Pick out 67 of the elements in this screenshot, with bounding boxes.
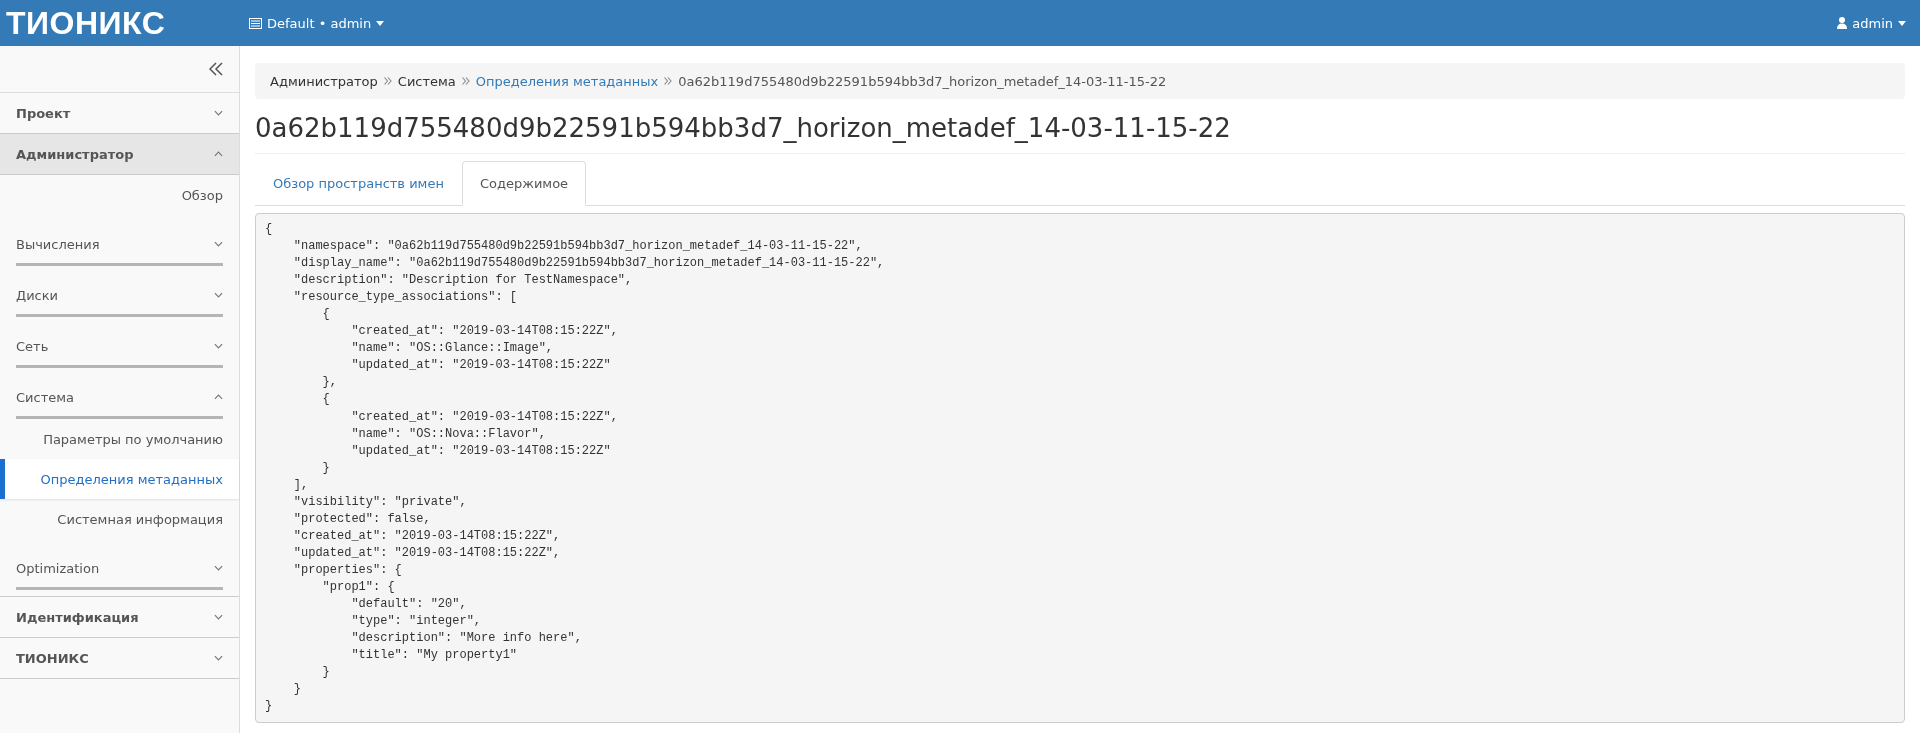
sidebar-link[interactable]: Определения метаданных xyxy=(0,459,239,499)
code-line: "display_name": "0a62b119d755480d9b22591b594bb3d7_horizon_metadef_14-03-11-15-22", xyxy=(292,255,886,273)
page-title: 0a62b119d755480d9b22591b594bb3d7_horizon_metadef_14-03-11-15-22 xyxy=(255,99,1905,154)
code-line: "updated_at": "2019-03-14T08:15:22Z" xyxy=(350,357,612,375)
chevron-down-icon xyxy=(214,565,223,571)
user-dropdown[interactable]: admin xyxy=(1837,15,1906,31)
double-chevron-right-icon xyxy=(664,77,673,85)
code-line: }, xyxy=(321,374,338,392)
caret-icon xyxy=(1898,20,1906,26)
code-line: "updated_at": "2019-03-14T08:15:22Z", xyxy=(292,544,562,562)
list-icon xyxy=(249,17,262,29)
double-chevron-right-icon xyxy=(383,77,392,85)
breadcrumb-item: Администратор xyxy=(270,73,378,89)
user-icon xyxy=(1837,17,1848,29)
code-line: "created_at": "2019-03-14T08:15:22Z", xyxy=(350,323,619,341)
chevron-down-icon xyxy=(214,292,223,298)
code-line: } xyxy=(265,698,274,716)
chevron-up-icon xyxy=(214,394,223,400)
caret-icon xyxy=(376,20,385,26)
code-line: "name": "OS::Glance::Image", xyxy=(350,340,555,358)
code-line: "resource_type_associations": [ xyxy=(292,289,519,307)
double-chevron-right-icon xyxy=(461,77,470,85)
code-line: "default": "20", xyxy=(350,596,468,614)
code-line: "created_at": "2019-03-14T08:15:22Z", xyxy=(350,408,619,426)
code-line: { xyxy=(265,221,274,238)
sidebar-group[interactable]: Диски xyxy=(16,276,223,317)
code-line: "protected": false, xyxy=(292,510,432,528)
code-line: "name": "OS::Nova::Flavor", xyxy=(350,425,547,443)
code-line: "title": "My property1" xyxy=(350,647,519,665)
breadcrumb-current: 0a62b119d755480d9b22591b594bb3d7_horizon_metadef_14-03-11-15-22 xyxy=(678,73,1167,89)
code-line: "description": "More info here", xyxy=(350,630,583,648)
sidebar-link[interactable]: Системная информация xyxy=(0,499,239,539)
brand-logo[interactable]: ТИОНИКС xyxy=(6,4,249,42)
collapse-sidebar-button[interactable] xyxy=(209,62,223,76)
project-dropdown[interactable]: Default • admin xyxy=(249,15,385,31)
breadcrumb-link[interactable]: Определения метаданных xyxy=(475,73,659,89)
code-line: "type": "integer", xyxy=(350,613,483,631)
sidebar-group[interactable]: Вычисления xyxy=(16,225,223,266)
code-line: "created_at": "2019-03-14T08:15:22Z", xyxy=(292,527,562,545)
code-line: } xyxy=(292,681,302,699)
chevron-down-icon xyxy=(214,655,223,661)
tab[interactable]: Содержимое xyxy=(461,161,587,206)
chevron-down-icon xyxy=(214,614,223,620)
code-line: } xyxy=(321,664,331,682)
chevron-up-icon xyxy=(214,151,223,157)
code-line: ], xyxy=(292,476,310,494)
sidebar-group[interactable]: Optimization xyxy=(16,549,223,590)
sidebar-panel-header[interactable]: Администратор xyxy=(0,134,239,175)
sidebar-group[interactable]: Система xyxy=(16,378,223,419)
sidebar-link[interactable]: Обзор xyxy=(0,175,239,215)
code-line: { xyxy=(321,306,331,324)
chevron-down-icon xyxy=(214,110,223,116)
code-line: "visibility": "private", xyxy=(292,493,468,511)
chevron-down-icon xyxy=(214,241,223,247)
code-line: "updated_at": "2019-03-14T08:15:22Z" xyxy=(350,442,612,460)
code-line: "prop1": { xyxy=(321,579,396,596)
chevron-down-icon xyxy=(214,343,223,349)
sidebar-link[interactable]: Параметры по умолчанию xyxy=(0,419,239,459)
sidebar-group[interactable]: Сеть xyxy=(16,327,223,368)
tab[interactable]: Обзор пространств имен xyxy=(255,161,462,206)
double-chevron-left-icon xyxy=(209,62,223,76)
code-line: "namespace": "0a62b119d755480d9b22591b594bb3d7_horizon_metadef_14-03-11-15-22", xyxy=(292,238,864,256)
code-line: "properties": { xyxy=(292,561,403,579)
code-line: "description": "Description for TestNamespace", xyxy=(292,272,634,290)
code-line: } xyxy=(321,459,331,477)
code-line: { xyxy=(321,391,331,409)
breadcrumb-item: Система xyxy=(397,73,456,89)
